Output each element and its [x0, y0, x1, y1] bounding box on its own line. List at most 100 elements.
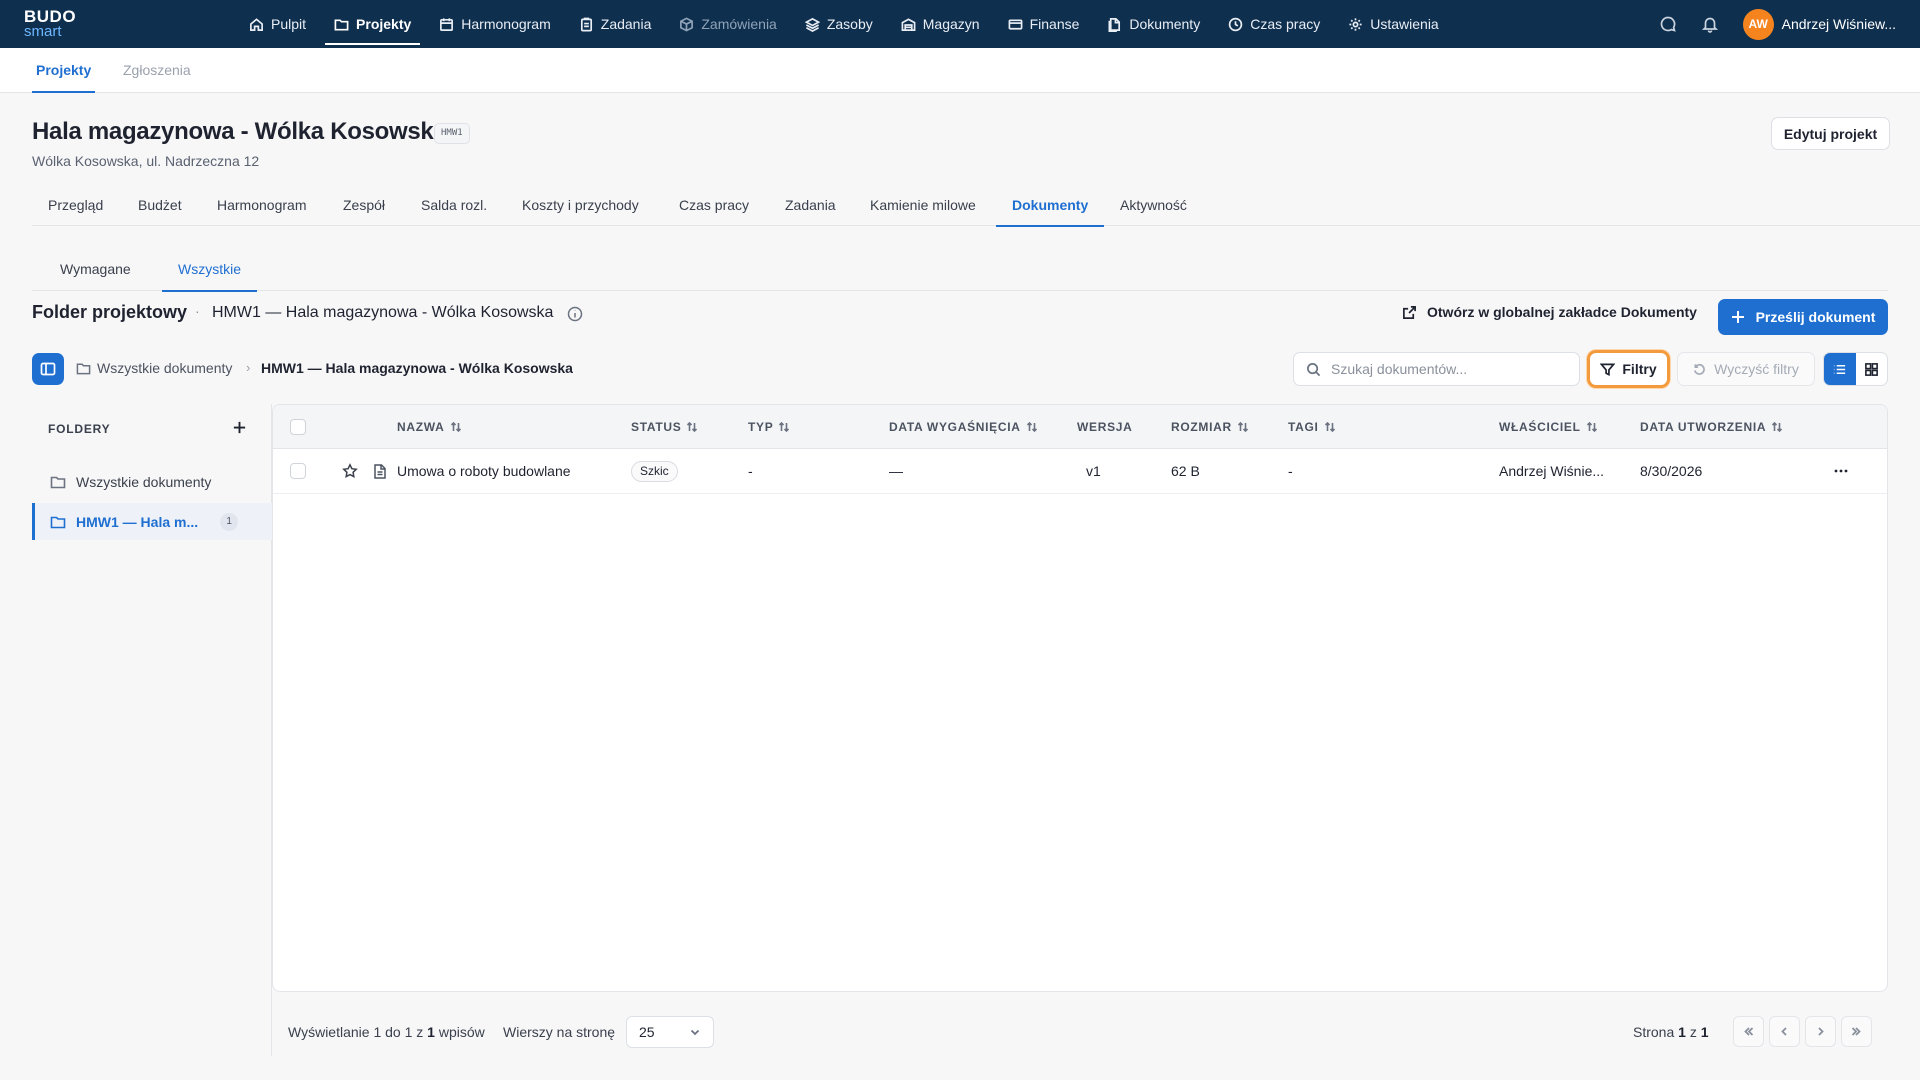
folder-icon	[50, 514, 66, 530]
nav-item-projekty[interactable]: Projekty	[325, 7, 421, 45]
more-actions-icon[interactable]	[1833, 463, 1849, 479]
status-badge: Szkic	[631, 461, 678, 482]
document-size: 62 B	[1171, 463, 1200, 479]
row-checkbox[interactable]	[290, 463, 306, 479]
nav-item-zadania[interactable]: Zadania	[570, 7, 661, 41]
tab-wszystkie[interactable]: Wszystkie	[162, 252, 257, 292]
list-view-button[interactable]	[1824, 353, 1856, 385]
next-page-button[interactable]	[1805, 1016, 1836, 1047]
page-title: Hala magazynowa - Wólka Kosowska	[32, 118, 447, 145]
card-icon	[1008, 17, 1023, 32]
warehouse-icon	[901, 17, 916, 32]
chevron-right-icon	[1814, 1025, 1827, 1038]
upload-document-button[interactable]: Prześlij dokument	[1718, 299, 1888, 335]
sidebar-icon	[40, 361, 56, 377]
documents-table: NAZWA STATUS TYP DATA WYGAŚNIĘCIA WERSJA…	[272, 404, 1888, 992]
tab-wymagane[interactable]: Wymagane	[44, 252, 147, 291]
edit-project-button[interactable]: Edytuj projekt	[1771, 117, 1890, 150]
column-header-status[interactable]: STATUS	[631, 405, 698, 449]
clock-icon	[1228, 17, 1243, 32]
nav-right: AW Andrzej Wiśniew...	[1659, 0, 1896, 48]
open-global-documents-link[interactable]: Otwórz w globalnej zakładce Dokumenty	[1402, 304, 1697, 320]
sort-icon	[1237, 421, 1249, 433]
table-header: NAZWA STATUS TYP DATA WYGAŚNIĘCIA WERSJA…	[273, 405, 1887, 449]
app-logo[interactable]: BUDO smart	[24, 8, 84, 40]
column-header-created[interactable]: DATA UTWORZENIA	[1640, 405, 1783, 449]
document-name[interactable]: Umowa o roboty budowlane	[397, 449, 571, 494]
search-input[interactable]	[1331, 361, 1561, 377]
sort-icon	[450, 421, 462, 433]
folder-item-hmw1[interactable]: HMW1 — Hala m... 1	[32, 503, 272, 540]
tab-zadania[interactable]: Zadania	[769, 186, 852, 226]
tab-przeglad[interactable]: Przegląd	[32, 186, 119, 226]
list-icon	[1832, 362, 1847, 377]
clear-filters-button[interactable]: Wyczyść filtry	[1677, 352, 1815, 386]
column-header-owner[interactable]: WŁAŚCICIEL	[1499, 405, 1598, 449]
document-tags: -	[1288, 463, 1293, 479]
last-page-button[interactable]	[1841, 1016, 1872, 1047]
column-header-type[interactable]: TYP	[748, 405, 790, 449]
add-folder-button[interactable]	[232, 420, 247, 435]
subnav-tab-zgloszenia[interactable]: Zgłoszenia	[123, 48, 191, 93]
tab-salda-rozl[interactable]: Salda rozl.	[405, 186, 503, 226]
sidebar-toggle-button[interactable]	[32, 353, 64, 385]
first-page-button[interactable]	[1733, 1016, 1764, 1047]
folder-icon	[76, 361, 91, 376]
avatar: AW	[1742, 8, 1774, 40]
document-version: v1	[1086, 463, 1101, 479]
search-box	[1293, 352, 1580, 386]
nav-item-zasoby[interactable]: Zasoby	[796, 7, 882, 41]
sort-icon	[1771, 421, 1783, 433]
star-icon[interactable]	[342, 463, 358, 479]
chat-icon[interactable]	[1659, 15, 1677, 33]
rows-per-page-label: Wierszy na stronę	[503, 1024, 616, 1040]
tab-aktywnosc[interactable]: Aktywność	[1104, 186, 1203, 226]
tab-dokumenty[interactable]: Dokumenty	[996, 186, 1105, 227]
column-header-expiry[interactable]: DATA WYGAŚNIĘCIA	[889, 405, 1038, 449]
nav-item-magazyn[interactable]: Magazyn	[892, 7, 989, 41]
info-icon[interactable]	[567, 306, 583, 322]
chevron-down-icon	[689, 1026, 701, 1038]
folders-panel: FOLDERY Wszystkie dokumenty HMW1 — Hala …	[32, 404, 272, 1056]
previous-page-button[interactable]	[1769, 1016, 1800, 1047]
sort-icon	[1324, 421, 1336, 433]
folders-heading: FOLDERY	[48, 422, 111, 436]
column-header-name[interactable]: NAZWA	[397, 405, 462, 449]
nav-item-dokumenty[interactable]: Dokumenty	[1098, 7, 1209, 41]
nav-item-pulpit[interactable]: Pulpit	[240, 7, 315, 41]
rows-per-page-select[interactable]: 25	[626, 1016, 714, 1048]
subnav-tab-projekty[interactable]: Projekty	[31, 48, 96, 93]
document-type: -	[748, 463, 753, 479]
bell-icon[interactable]	[1701, 15, 1719, 33]
top-navigation: BUDO smart Pulpit Projekty Harmonogram Z…	[0, 0, 1920, 48]
table-row[interactable]: Umowa o roboty budowlane Szkic - — v1 62…	[273, 449, 1887, 494]
grid-view-button[interactable]	[1856, 353, 1888, 385]
tab-zespol[interactable]: Zespół	[327, 186, 401, 226]
folder-item-all[interactable]: Wszystkie dokumenty	[32, 463, 272, 500]
nav-item-harmonogram[interactable]: Harmonogram	[430, 7, 559, 41]
nav-item-zamowienia[interactable]: Zamówienia	[670, 7, 785, 41]
tab-koszty-przychody[interactable]: Koszty i przychody	[506, 186, 655, 226]
nav-item-finanse[interactable]: Finanse	[999, 7, 1089, 41]
grid-icon	[1864, 362, 1879, 377]
project-tabs: Przegląd Budżet Harmonogram Zespół Salda…	[32, 186, 1920, 227]
filters-button[interactable]: Filtry	[1587, 350, 1670, 388]
nav-item-czas-pracy[interactable]: Czas pracy	[1219, 7, 1329, 41]
select-all-checkbox[interactable]	[290, 419, 306, 435]
box-icon	[679, 16, 694, 32]
sort-icon	[778, 421, 790, 433]
folder-title: Folder projektowy	[32, 302, 188, 322]
column-header-size[interactable]: ROZMIAR	[1171, 405, 1249, 449]
plus-icon	[232, 420, 247, 435]
tab-kamienie-milowe[interactable]: Kamienie milowe	[854, 186, 992, 226]
column-header-tags[interactable]: TAGI	[1288, 405, 1336, 449]
tab-czas-pracy[interactable]: Czas pracy	[663, 186, 765, 226]
chevrons-left-icon	[1742, 1025, 1755, 1038]
user-name: Andrzej Wiśniew...	[1781, 16, 1896, 32]
tab-budzet[interactable]: Budżet	[122, 186, 198, 226]
breadcrumb-root[interactable]: Wszystkie dokumenty	[76, 360, 232, 376]
user-menu[interactable]: AW Andrzej Wiśniew...	[1742, 8, 1896, 40]
nav-item-ustawienia[interactable]: Ustawienia	[1339, 7, 1447, 41]
pagination-info: Wyświetlanie 1 do 1 z 1 wpisów	[288, 1024, 485, 1040]
tab-harmonogram[interactable]: Harmonogram	[201, 186, 322, 226]
